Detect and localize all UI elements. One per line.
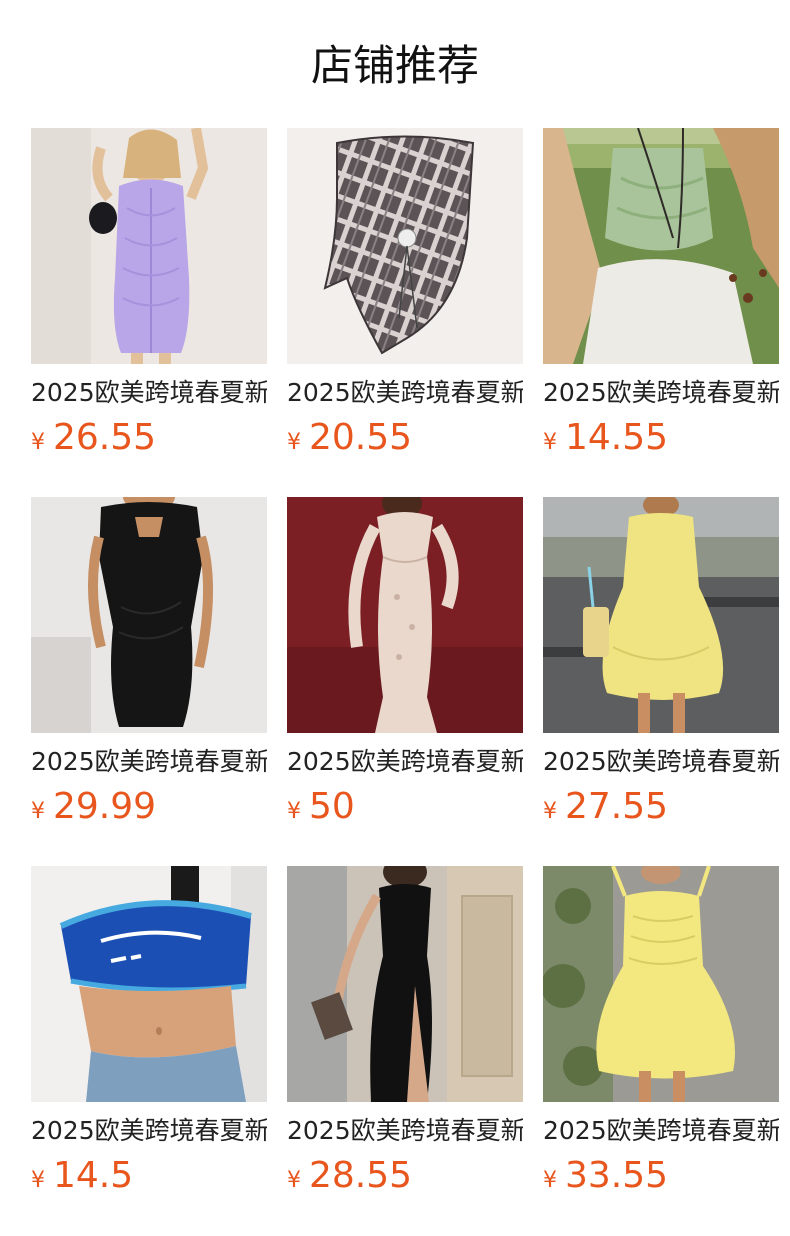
product-price: ¥50 (287, 787, 523, 827)
product-image[interactable] (287, 128, 523, 364)
price-value: 29.99 (53, 786, 157, 827)
product-image[interactable] (287, 866, 523, 1102)
product-price: ¥14.5 (31, 1156, 267, 1196)
product-image[interactable] (31, 866, 267, 1102)
section-title: 店铺推荐 (310, 41, 479, 90)
price-value: 50 (309, 786, 355, 827)
product-image[interactable] (543, 866, 779, 1102)
price-value: 14.5 (53, 1155, 134, 1196)
product-card[interactable]: 2025欧美跨境春夏新 ¥28.55 (287, 866, 523, 1196)
product-card[interactable]: 2025欧美跨境春夏新 ¥26.55 (31, 128, 267, 458)
product-card[interactable]: 2025欧美跨境春夏新 ¥50 (287, 497, 523, 827)
product-price: ¥14.55 (543, 418, 779, 458)
currency-symbol: ¥ (31, 799, 45, 824)
product-grid: 2025欧美跨境春夏新 ¥26.55 2025欧美跨境春夏新 ¥ 20.55 2… (31, 128, 790, 1228)
price-value: 27.55 (565, 786, 669, 827)
product-image[interactable] (543, 497, 779, 733)
currency-symbol: ¥ (287, 1168, 301, 1193)
currency-symbol: ¥ (287, 430, 301, 455)
product-name[interactable]: 2025欧美跨境春夏新 (543, 747, 779, 777)
currency-symbol: ¥ (31, 1168, 45, 1193)
product-name[interactable]: 2025欧美跨境春夏新 (543, 378, 779, 408)
product-price: ¥26.55 (31, 418, 267, 458)
product-price: ¥27.55 (543, 787, 779, 827)
price-value: 28.55 (309, 1155, 413, 1196)
product-image[interactable] (287, 497, 523, 733)
product-name[interactable]: 2025欧美跨境春夏新 (287, 1116, 523, 1146)
currency-symbol: ¥ (543, 799, 557, 824)
product-price: ¥29.99 (31, 787, 267, 827)
price-value: 20.55 (309, 417, 413, 458)
price-value: 33.55 (565, 1155, 669, 1196)
product-name[interactable]: 2025欧美跨境春夏新 (287, 378, 523, 408)
product-image[interactable] (31, 128, 267, 364)
product-card[interactable]: 2025欧美跨境春夏新 ¥27.55 (543, 497, 779, 827)
product-image[interactable] (543, 128, 779, 364)
product-card[interactable]: 2025欧美跨境春夏新 ¥20.55 (287, 128, 523, 458)
product-card[interactable]: 2025欧美跨境春夏新 ¥14.55 (543, 128, 779, 458)
currency-symbol: ¥ (31, 430, 45, 455)
price-value: 14.55 (565, 417, 669, 458)
product-name[interactable]: 2025欧美跨境春夏新 (31, 378, 267, 408)
product-card[interactable]: 2025欧美跨境春夏新 ¥14.5 (31, 866, 267, 1196)
product-card[interactable]: 2025欧美跨境春夏新 ¥33.55 (543, 866, 779, 1196)
product-name[interactable]: 2025欧美跨境春夏新 (31, 1116, 267, 1146)
product-price: ¥33.55 (543, 1156, 779, 1196)
currency-symbol: ¥ (543, 1168, 557, 1193)
product-price: ¥20.55 (287, 418, 523, 458)
price-value: 26.55 (53, 417, 157, 458)
product-name[interactable]: 2025欧美跨境春夏新 (31, 747, 267, 777)
product-price: ¥28.55 (287, 1156, 523, 1196)
currency-symbol: ¥ (543, 430, 557, 455)
currency-symbol: ¥ (287, 799, 301, 824)
product-card[interactable]: 2025欧美跨境春夏新 ¥29.99 (31, 497, 267, 827)
product-name[interactable]: 2025欧美跨境春夏新 (287, 747, 523, 777)
product-name[interactable]: 2025欧美跨境春夏新 (543, 1116, 779, 1146)
product-image[interactable] (31, 497, 267, 733)
